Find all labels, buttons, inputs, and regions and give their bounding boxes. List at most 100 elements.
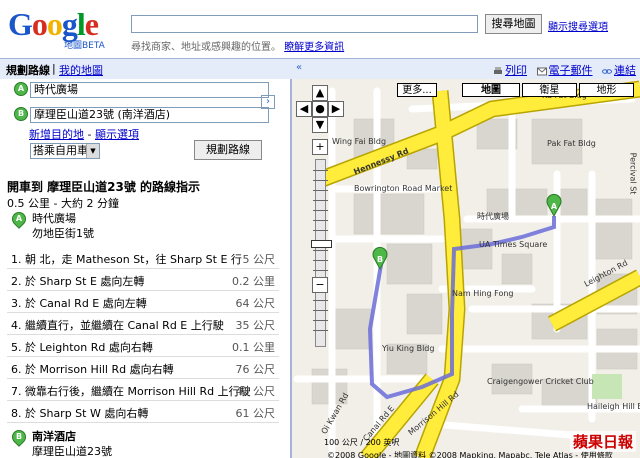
show-search-options-link[interactable]: 顯示搜尋選項 [548,18,608,33]
direction-step[interactable]: 7. 微靠右行後，繼續在 Morrison Hill Rd 上行駛 43 公尺 [7,379,279,401]
travel-mode-select[interactable]: 搭乘自用車 ▼ [30,143,100,159]
pan-up-button[interactable]: ▲ [312,85,328,101]
step-text: 5. 於 Leighton Rd 處向右轉 [11,341,153,354]
link-button[interactable]: 連結 [602,64,636,77]
search-hint-text: 尋找商家、地址或感興趣的位置。 [131,42,281,53]
step-text: 8. 於 Sharp St W 處向右轉 [11,407,149,420]
step-distance: 61 公尺 [235,407,276,420]
email-label: 電子郵件 [548,64,593,77]
marker-b-icon: B [14,107,28,121]
get-directions-button[interactable]: 規劃路線 [194,140,262,160]
direction-step[interactable]: 8. 於 Sharp St W 處向右轉 61 公尺 [7,401,279,423]
step-distance: 0.1 公里 [232,341,275,354]
print-label: 列印 [505,64,527,77]
tab-directions[interactable]: 規劃路線 [6,62,50,78]
step-text: 1. 朝 北，走 Matheson St，往 Sharp St E 行 [11,253,242,266]
plus-icon: + [315,140,325,153]
step-text: 2. 於 Sharp St E 處向左轉 [11,275,145,288]
step-distance: 43 公尺 [235,385,276,398]
label-bowrington: Bowrington Road Market [354,184,453,193]
direction-step[interactable]: 4. 繼續直行，並繼續在 Canal Rd E 上行駛 35 公尺 [7,313,279,335]
step-distance: 64 公尺 [235,297,276,310]
end-location-input[interactable]: 摩理臣山道23號 (南洋酒店) [30,107,269,123]
top-bar: 規劃路線 | 我的地圖 « 列印 電子郵件 連結 [0,58,640,79]
learn-more-link[interactable]: 瞭解更多資訊 [284,42,344,53]
tab-my-maps[interactable]: 我的地圖 [59,62,103,78]
direction-step[interactable]: 3. 於 Canal Rd E 處向左轉 64 公尺 [7,291,279,313]
search-input[interactable] [131,15,478,33]
start-pin-icon: A [9,209,29,229]
step-distance: 0.2 公里 [232,275,275,288]
chevron-down-icon: ▼ [86,144,99,158]
marker-a-icon: A [14,82,28,96]
tab-separator: | [52,62,56,75]
end-pin-icon: B [9,427,29,447]
pan-center-button[interactable]: ● [312,101,328,117]
start-location-input[interactable]: 時代廣場 [30,82,269,98]
pan-right-button[interactable]: ▶ [328,101,344,117]
printer-icon [494,66,502,74]
directions-title: 開車到 摩理臣山道23號 的路線指示 [7,180,201,194]
step-text: 6. 於 Morrison Hill Rd 處向右轉 [11,363,174,376]
svg-text:B: B [377,255,383,264]
map-scale: 100 公尺 / 200 英呎 [324,438,400,447]
chain-link-icon [602,68,612,74]
email-button[interactable]: 電子郵件 [536,64,593,77]
step-distance: 35 公尺 [235,319,276,332]
step-distance: 76 公尺 [235,363,276,376]
center-icon: ● [315,102,325,115]
direction-step[interactable]: 2. 於 Sharp St E 處向左轉 0.2 公里 [7,269,279,291]
zoom-in-button[interactable]: + [312,139,328,155]
swap-route-icon[interactable]: › [261,95,275,109]
zoom-out-button[interactable]: − [312,277,328,293]
direction-step[interactable]: 6. 於 Morrison Hill Rd 處向右轉 76 公尺 [7,357,279,379]
arrow-left-icon: ◀ [299,102,309,115]
collapse-panel-button[interactable]: « [296,62,302,73]
logo-subtitle: 地圖BETA [64,41,105,51]
step-text: 3. 於 Canal Rd E 處向左轉 [11,297,147,310]
label-percival: Percival St [628,152,638,195]
pan-down-button[interactable]: ▼ [312,117,328,133]
directions-summary: 0.5 公里 - 大約 2 分鐘 [7,197,119,210]
link-separator: - [84,128,95,141]
directions-steps: 1. 朝 北，走 Matheson St，往 Sharp St E 行5 公尺 … [7,247,279,423]
envelope-icon [536,67,547,75]
arrow-down-icon: ▼ [315,118,325,131]
show-options-link[interactable]: 顯示選項 [95,128,139,141]
travel-mode-value: 搭乘自用車 [33,144,88,157]
step-text: 4. 繼續直行，並繼續在 Canal Rd E 上行駛 [11,319,224,332]
arrow-right-icon: ▶ [331,102,341,115]
map-type-map-button[interactable]: 地圖 [462,83,520,97]
directions-panel: A 時代廣場 B 摩理臣山道23號 (南洋酒店) › 新增目的地 - 顯示選項 … [0,79,290,458]
print-button[interactable]: 列印 [493,64,527,77]
map-toolbar: 列印 電子郵件 連結 [487,62,636,78]
header: Google 地圖BETA 搜尋地圖 顯示搜尋選項 尋找商家、地址或感興趣的位置… [0,0,640,56]
label-wing-fai: Wing Fai Bldg [332,137,387,146]
step-text: 7. 微靠右行後，繼續在 Morrison Hill Rd 上行駛 [11,385,251,398]
start-address: 勿地臣街1號 [32,227,94,240]
step-distance: 5 公尺 [242,253,276,266]
more-button[interactable]: 更多... [397,83,437,97]
arrow-up-icon: ▲ [315,86,325,99]
zoom-slider[interactable] [311,159,332,347]
map-type-satellite-button[interactable]: 衛星 [522,83,577,97]
google-logo[interactable]: Google [8,6,99,42]
end-address: 摩理臣山道23號 [32,445,112,458]
zoom-slider-thumb[interactable] [311,240,332,248]
add-destination-link[interactable]: 新增目的地 [29,128,84,141]
map-view[interactable]: A B Hennessy Rd Leighton Rd Canal Rd E M… [292,79,640,458]
direction-step[interactable]: 1. 朝 北，走 Matheson St，往 Sharp St E 行5 公尺 [7,247,279,269]
direction-step[interactable]: 5. 於 Leighton Rd 處向右轉 0.1 公里 [7,335,279,357]
label-yiu-king: Yiu King Bldg [382,344,435,353]
start-name: 時代廣場 [32,212,76,225]
map-type-terrain-button[interactable]: 地形 [579,83,634,97]
search-hint: 尋找商家、地址或感興趣的位置。 瞭解更多資訊 [131,38,344,53]
pan-left-button[interactable]: ◀ [296,101,312,117]
search-maps-button[interactable]: 搜尋地圖 [485,14,542,34]
svg-text:A: A [551,202,558,211]
scale-metric: 100 公尺 [324,438,358,447]
route-links: 新增目的地 - 顯示選項 [29,126,139,142]
minus-icon: − [315,278,325,291]
label-ua: UA Times Square [479,240,548,249]
end-row: B 摩理臣山道23號 (南洋酒店) [14,107,269,125]
